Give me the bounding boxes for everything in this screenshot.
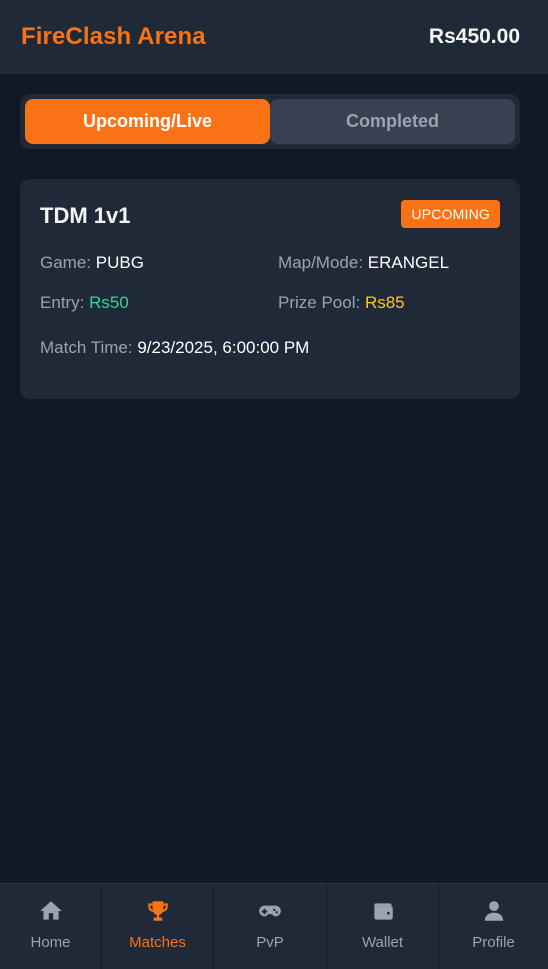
wallet-balance[interactable]: Rs450.00 (429, 25, 520, 49)
match-card[interactable]: TDM 1v1 UPCOMING Game: PUBG Map/Mode: ER… (20, 179, 520, 399)
time-value: 9/23/2025, 6:00:00 PM (137, 338, 310, 357)
bottom-nav: Home Matches PvP Wallet Profile (0, 883, 548, 969)
entry-label: Entry: (40, 293, 85, 312)
nav-matches-label: Matches (129, 934, 186, 951)
match-tabs: Upcoming/Live Completed (20, 94, 520, 149)
brand-title[interactable]: FireClash Arena (21, 23, 206, 51)
game-value: PUBG (95, 253, 144, 272)
entry-value: Rs50 (89, 293, 129, 312)
time-row: Match Time: 9/23/2025, 6:00:00 PM (40, 338, 309, 358)
game-label: Game: (40, 253, 92, 272)
time-label: Match Time: (40, 338, 133, 357)
map-row: Map/Mode: ERANGEL (278, 253, 449, 273)
app-header: FireClash Arena Rs450.00 (0, 0, 548, 74)
match-title: TDM 1v1 (40, 203, 131, 228)
prize-row: Prize Pool: Rs85 (278, 293, 405, 313)
prize-value: Rs85 (364, 293, 405, 312)
wallet-icon (373, 903, 393, 920)
nav-home[interactable]: Home (0, 884, 102, 969)
tab-upcoming-live[interactable]: Upcoming/Live (25, 99, 270, 144)
entry-row: Entry: Rs50 (40, 293, 129, 313)
map-label: Map/Mode: (278, 253, 364, 272)
nav-pvp[interactable]: PvP (214, 884, 327, 969)
status-badge: UPCOMING (401, 200, 500, 228)
nav-matches[interactable]: Matches (102, 884, 214, 969)
tab-completed[interactable]: Completed (270, 99, 515, 144)
prize-label: Prize Pool: (278, 293, 361, 312)
nav-wallet-label: Wallet (361, 934, 404, 951)
map-value: ERANGEL (367, 253, 450, 272)
user-icon (484, 901, 503, 921)
gamepad-icon (259, 905, 281, 917)
nav-pvp-label: PvP (256, 934, 284, 951)
app-root: FireClash Arena Rs450.00 Upcoming/Live C… (0, 0, 548, 969)
nav-wallet[interactable]: Wallet (327, 884, 439, 969)
game-row: Game: PUBG (40, 253, 144, 273)
trophy-icon (147, 901, 168, 921)
nav-profile-label: Profile (472, 934, 515, 951)
nav-profile[interactable]: Profile (439, 884, 548, 969)
nav-home-label: Home (30, 934, 71, 951)
home-icon (39, 901, 62, 920)
